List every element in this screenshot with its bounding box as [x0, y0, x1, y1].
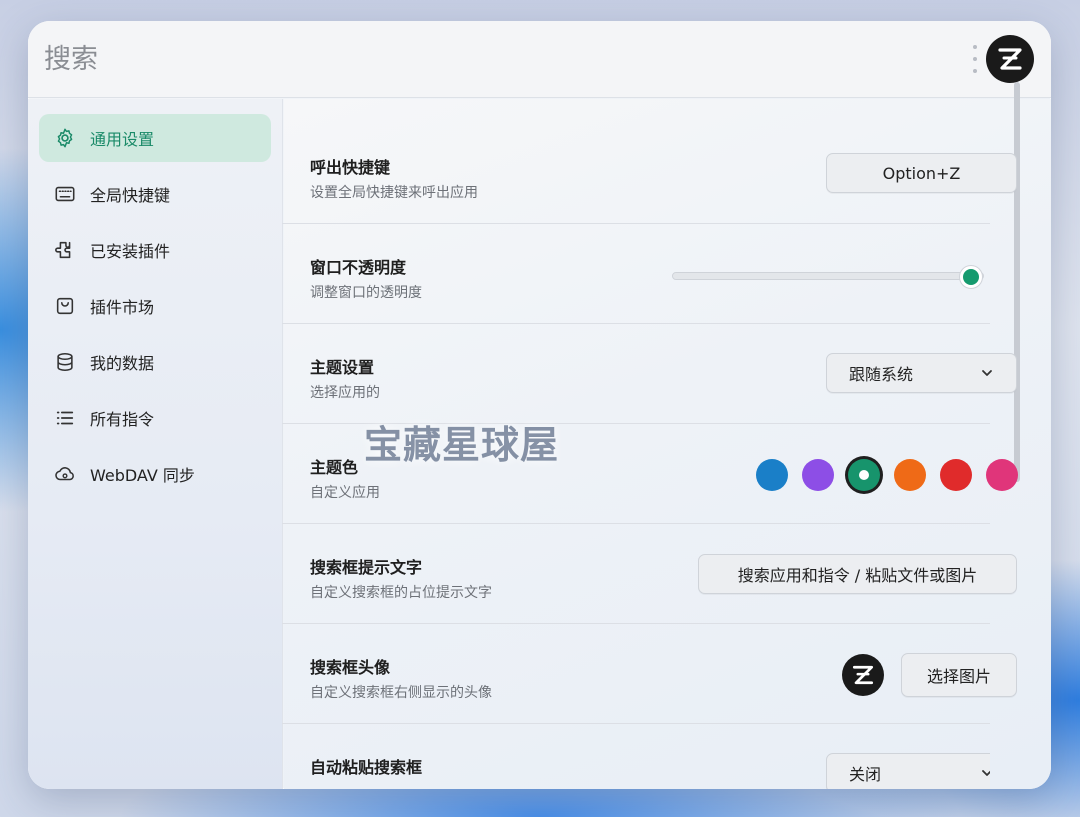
- setting-desc: 选择应用的: [310, 385, 380, 401]
- placeholder-text-field[interactable]: 搜索应用和指令 / 粘贴文件或图片: [698, 554, 1017, 594]
- auto-paste-select-value: 关闭: [849, 765, 882, 784]
- sidebar-item-label: 我的数据: [90, 354, 155, 373]
- opacity-slider-fill: [673, 273, 983, 279]
- sidebar-item-label: 通用设置: [90, 130, 155, 149]
- setting-desc: 自定义搜索框的占位提示文字: [310, 585, 492, 601]
- setting-title: 窗口不透明度: [310, 258, 407, 277]
- setting-row-placeholder: 搜索框提示文字 自定义搜索框的占位提示文字 搜索应用和指令 / 粘贴文件或图片: [282, 524, 1017, 624]
- shopping-bag-icon: [56, 297, 74, 315]
- sidebar-item-label: 已安装插件: [90, 242, 171, 261]
- sidebar-item-label: 插件市场: [90, 298, 155, 317]
- setting-row-opacity: 窗口不透明度 调整窗口的透明度: [282, 224, 990, 324]
- choose-image-button[interactable]: 选择图片: [901, 653, 1017, 697]
- z-logo-icon: [852, 665, 874, 685]
- avatar-preview: [842, 654, 884, 696]
- z-logo-icon: [998, 48, 1022, 70]
- theme-color-swatch[interactable]: [986, 459, 1018, 491]
- keyboard-icon: [55, 186, 75, 202]
- setting-row-hotkey: 呼出快捷键 设置全局快捷键来呼出应用 Option+Z: [282, 124, 1017, 224]
- search-bar: [28, 21, 1051, 98]
- theme-select-value: 跟随系统: [849, 365, 914, 384]
- gear-icon: [57, 128, 73, 148]
- theme-color-swatches: [756, 459, 1018, 491]
- plugin-icon: [55, 241, 71, 259]
- sidebar-item-installed-plugins[interactable]: 已安装插件: [39, 226, 271, 274]
- setting-row-auto-paste: 自动粘贴搜索框 关闭: [282, 724, 990, 789]
- cloud-sync-icon: [55, 467, 74, 481]
- sidebar-item-general[interactable]: 通用设置: [39, 114, 271, 162]
- theme-color-swatch[interactable]: [940, 459, 972, 491]
- theme-color-swatch[interactable]: [894, 459, 926, 491]
- hotkey-button[interactable]: Option+Z: [826, 153, 1017, 193]
- chevron-down-icon: [982, 770, 990, 776]
- setting-desc: 自定义搜索框右侧显示的头像: [310, 685, 492, 701]
- setting-row-theme-color: 主题色 自定义应用: [282, 424, 1018, 524]
- list-icon: [56, 411, 74, 425]
- chevron-down-icon: [982, 370, 992, 376]
- setting-row-theme: 主题设置 选择应用的 跟随系统: [282, 324, 1017, 424]
- avatar-preview-image: [842, 654, 884, 696]
- theme-color-swatch[interactable]: [848, 459, 880, 491]
- theme-color-swatch[interactable]: [756, 459, 788, 491]
- opacity-slider[interactable]: [672, 265, 984, 289]
- setting-desc: 设置全局快捷键来呼出应用: [310, 185, 478, 201]
- setting-row-avatar: 搜索框头像 自定义搜索框右侧显示的头像 选择图片: [282, 624, 1017, 724]
- opacity-slider-thumb[interactable]: [959, 265, 983, 289]
- more-menu-icon[interactable]: [970, 45, 980, 73]
- theme-select[interactable]: 跟随系统: [826, 353, 1017, 393]
- setting-desc: 自定义应用: [310, 485, 380, 501]
- content-scrollbar[interactable]: [1014, 82, 1020, 482]
- sidebar-item-plugin-market[interactable]: 插件市场: [39, 282, 271, 330]
- sidebar-item-all-commands[interactable]: 所有指令: [39, 394, 271, 442]
- setting-title: 搜索框头像: [310, 658, 391, 677]
- setting-title: 搜索框提示文字: [310, 558, 423, 577]
- search-input[interactable]: [44, 39, 924, 79]
- sidebar-item-webdav-sync[interactable]: WebDAV 同步: [39, 450, 271, 498]
- sidebar-item-global-hotkeys[interactable]: 全局快捷键: [39, 170, 271, 218]
- sidebar-item-label: 所有指令: [90, 410, 155, 429]
- sidebar-item-label: WebDAV 同步: [90, 466, 195, 485]
- sidebar-item-label: 全局快捷键: [90, 186, 171, 205]
- setting-title: 主题设置: [310, 358, 375, 377]
- setting-title: 自动粘贴搜索框: [310, 758, 423, 777]
- setting-desc: 调整窗口的透明度: [310, 285, 422, 301]
- sidebar-item-my-data[interactable]: 我的数据: [39, 338, 271, 386]
- theme-color-swatch[interactable]: [802, 459, 834, 491]
- database-icon: [57, 352, 73, 372]
- setting-title: 主题色: [310, 458, 359, 477]
- avatar[interactable]: [986, 35, 1034, 83]
- setting-title: 呼出快捷键: [310, 158, 391, 177]
- auto-paste-select[interactable]: 关闭: [826, 753, 990, 789]
